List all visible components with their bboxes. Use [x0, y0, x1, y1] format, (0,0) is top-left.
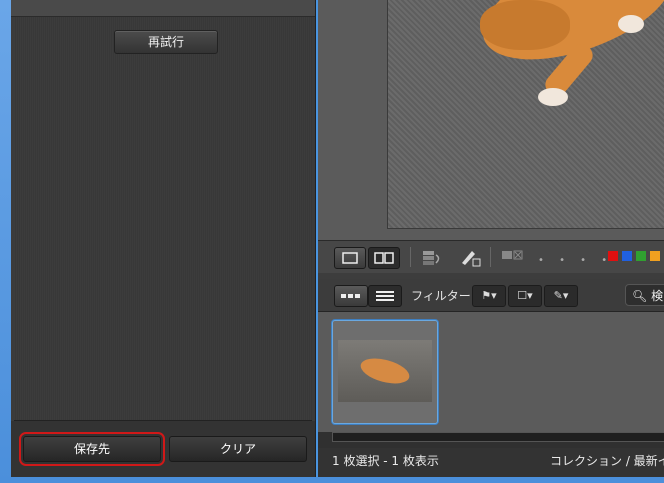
preview-photo[interactable] [387, 0, 664, 229]
thumbnail-image [338, 340, 432, 402]
search-label: 検 [651, 289, 664, 303]
retry-button[interactable]: 再試行 [114, 30, 218, 54]
pen-edit-icon[interactable] [458, 247, 482, 267]
horizontal-scrollbar[interactable] [332, 432, 664, 442]
edit-filter-dropdown[interactable]: ✎▾ [544, 285, 578, 307]
color-label-blue[interactable] [622, 251, 632, 261]
cat-paw-shape [538, 88, 568, 106]
grid-view-button[interactable] [334, 285, 368, 307]
collection-path[interactable]: コレクション / 最新イ [550, 450, 664, 472]
filter-label: フィルター: [411, 289, 475, 303]
rating-filter-dropdown[interactable]: ☐▾ [508, 285, 542, 307]
status-bar: 1 枚選択 - 1 枚表示 コレクション / 最新イ [318, 448, 664, 477]
color-label-yellow[interactable] [650, 251, 660, 261]
left-panel-header [11, 0, 315, 17]
search-icon: 🔍︎ [632, 289, 648, 303]
pen-filter-icon: ✎▾ [553, 289, 569, 302]
window-edge-bottom [0, 477, 664, 483]
single-view-button[interactable] [334, 247, 366, 269]
left-panel-body: 再試行 [14, 17, 312, 421]
selection-count: 1 枚選択 - 1 枚表示 [332, 454, 439, 468]
thumbnail-cat-shape [358, 353, 412, 389]
toolbar-divider [410, 247, 411, 267]
thumbnail-cell-selected[interactable] [332, 320, 438, 424]
color-label-green[interactable] [636, 251, 646, 261]
view-toolbar: • • • • • [318, 240, 664, 274]
save-destination-button[interactable]: 保存先 [19, 432, 165, 466]
single-view-icon [342, 252, 358, 264]
grid-icon [341, 294, 360, 298]
filter-toolbar: フィルター: ⚑▾ ☐▾ ✎▾ 🔍︎ 検 [318, 279, 664, 312]
preview-area [318, 0, 664, 240]
window-edge-left [0, 0, 11, 483]
clear-button[interactable]: クリア [169, 436, 307, 462]
thumbnail-grid [318, 312, 664, 432]
cat-head-shape [480, 0, 570, 50]
stack-rotate-icon[interactable] [420, 247, 444, 267]
checkbox-filter-icon: ☐▾ [517, 289, 533, 302]
compare-view-button[interactable] [368, 247, 400, 269]
toolbar-divider [490, 247, 491, 267]
cat-paw-shape [618, 15, 644, 33]
rating-dots[interactable]: • • • • • [538, 255, 634, 266]
list-icon [376, 291, 394, 301]
search-button[interactable]: 🔍︎ 検 [625, 284, 664, 306]
list-view-button[interactable] [368, 285, 402, 307]
left-panel-footer: 保存先 クリア [11, 421, 315, 477]
compare-view-icon [374, 252, 394, 264]
flag-filter-dropdown[interactable]: ⚑▾ [472, 285, 506, 307]
left-panel: 再試行 保存先 クリア [11, 0, 316, 477]
flag-reject-icon[interactable] [498, 247, 528, 267]
flag-filter-icon: ⚑▾ [481, 289, 497, 302]
right-panel: • • • • • フィルター: ⚑▾ ☐▾ ✎▾ 🔍︎ 検 1 枚選択 - 1… [318, 0, 664, 477]
color-label-red[interactable] [608, 251, 618, 261]
